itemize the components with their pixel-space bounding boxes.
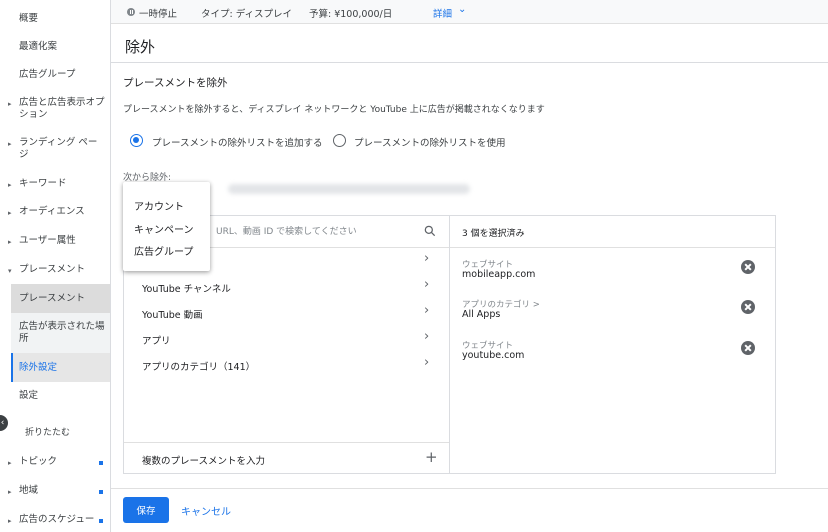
details-link[interactable]: 詳細 xyxy=(433,6,452,20)
caret-right-icon: ▸ xyxy=(8,517,12,525)
sidebar-item-demographics[interactable]: ▸ ユーザー属性 xyxy=(0,235,110,247)
dropdown-option-account[interactable]: アカウント xyxy=(134,198,184,213)
chevron-right-icon: › xyxy=(424,303,430,318)
category-row[interactable]: YouTube 動画 › xyxy=(124,300,449,326)
radio-use-label: プレースメントの除外リストを使用 xyxy=(354,138,506,149)
sidebar-item-recommendations[interactable]: 最適化案 xyxy=(0,41,110,53)
sidebar-item-label: オーディエンス xyxy=(19,206,85,217)
sidebar-item-overview[interactable]: 概要 xyxy=(0,13,110,25)
status-text: 一時停止 xyxy=(139,9,178,20)
category-label: YouTube チャンネル xyxy=(142,284,231,295)
status-dot xyxy=(99,490,103,494)
chevron-down-icon[interactable]: ⌄ xyxy=(458,4,466,15)
sidebar-item-keywords[interactable]: ▸ キーワード xyxy=(0,178,110,190)
selected-item-value: mobileapp.com xyxy=(462,269,536,280)
sidebar-item-ad-groups[interactable]: 広告グループ xyxy=(0,69,110,81)
placement-picker: › YouTube チャンネル › YouTube 動画 › アプリ › アプリのカテ… xyxy=(123,215,776,474)
selected-item: ウェブサイト youtube.com xyxy=(450,339,775,379)
collapse-label: 折りたたむ xyxy=(25,428,71,438)
page-title: 除外 xyxy=(125,38,156,56)
chevron-right-icon: › xyxy=(424,329,430,344)
bulk-entry-row[interactable]: 複数のプレースメントを入力 + xyxy=(124,442,449,473)
selected-item: ウェブサイト mobileapp.com xyxy=(450,258,775,298)
category-row[interactable]: YouTube チャンネル › xyxy=(124,274,449,300)
caret-right-icon: ▸ xyxy=(8,488,12,496)
pause-icon xyxy=(127,8,135,16)
sidebar-collapse[interactable]: 折りたたむ xyxy=(0,427,110,439)
chevron-right-icon: › xyxy=(424,355,430,370)
sidebar-item-label: 地域 xyxy=(19,485,39,496)
search-icon[interactable] xyxy=(423,224,437,238)
caret-right-icon: ▸ xyxy=(8,140,12,148)
caret-right-icon: ▸ xyxy=(8,209,12,217)
selected-header: 3 個を選択済み xyxy=(450,216,775,248)
sidebar-item-label: 設定 xyxy=(19,390,39,401)
sidebar-item-label: ランディング ページ xyxy=(19,137,98,160)
sidebar-item-label: 最適化案 xyxy=(19,41,58,52)
sidebar-item-label: トピック xyxy=(19,456,58,467)
save-button[interactable]: 保存 xyxy=(123,497,169,523)
caret-right-icon: ▸ xyxy=(8,238,12,246)
selected-count: 3 個を選択済み xyxy=(462,229,525,239)
cancel-button[interactable]: キャンセル xyxy=(181,503,231,518)
bulk-entry-label: 複数のプレースメントを入力 xyxy=(142,456,266,467)
campaign-status-bar: 一時停止 タイプ: ディスプレイ 予算: ¥100,000/日 詳細 ⌄ xyxy=(111,0,828,24)
radio-use-exclusion-list[interactable] xyxy=(333,134,346,147)
remove-icon[interactable] xyxy=(741,300,755,314)
category-label: YouTube 動画 xyxy=(142,310,203,321)
submenu-item-where-ads-showed[interactable]: 広告が表示された場所 xyxy=(19,321,107,345)
status-dot xyxy=(99,461,103,465)
section-title: プレースメントを除外 xyxy=(123,77,228,89)
selected-item-value: All Apps xyxy=(462,309,501,320)
sidebar-item-ads-extensions[interactable]: ▸ 広告と広告表示オプション xyxy=(0,97,110,121)
category-row[interactable]: アプリのカテゴリ（141） › xyxy=(124,352,449,378)
page-header: 除外 xyxy=(111,25,828,63)
campaign-type: タイプ: ディスプレイ xyxy=(201,9,293,20)
redacted-text xyxy=(228,184,470,194)
sidebar-item-label: 広告と広告表示オプション xyxy=(19,97,105,120)
footer-divider xyxy=(111,488,828,489)
radio-add-label: プレースメントの除外リストを追加する xyxy=(152,138,323,149)
submenu-item-placements[interactable]: プレースメント xyxy=(19,293,107,305)
exclude-level-dropdown: アカウント キャンペーン 広告グループ xyxy=(123,182,210,271)
sidebar-item-label: 広告グループ xyxy=(19,69,76,80)
section-description: プレースメントを除外すると、ディスプレイ ネットワークと YouTube 上に広… xyxy=(123,105,545,115)
selected-item-value: youtube.com xyxy=(462,350,525,361)
sidebar-item-ad-schedule[interactable]: ▸ 広告のスケジュー xyxy=(0,514,110,526)
chevron-right-icon: › xyxy=(424,277,430,292)
caret-right-icon: ▸ xyxy=(8,181,12,189)
category-label: アプリのカテゴリ（141） xyxy=(142,362,256,373)
sidebar: 概要 最適化案 広告グループ ▸ 広告と広告表示オプション ▸ ランディング ページ… xyxy=(0,0,111,532)
sidebar-item-placements[interactable]: ▾ プレースメント xyxy=(0,264,110,276)
sidebar-item-label: ユーザー属性 xyxy=(19,235,76,246)
status-dot xyxy=(99,519,103,523)
search-input[interactable] xyxy=(216,225,412,239)
selected-panel: 3 個を選択済み ウェブサイト mobileapp.com アプリのカテゴリ >… xyxy=(450,216,775,473)
dropdown-option-campaign[interactable]: キャンペーン xyxy=(134,221,194,236)
sidebar-item-label: プレースメント xyxy=(19,264,86,275)
sidebar-item-locations[interactable]: ▸ 地域 xyxy=(0,485,110,497)
sidebar-item-label: キーワード xyxy=(19,178,67,189)
radio-add-exclusion-list[interactable] xyxy=(130,134,143,147)
caret-right-icon: ▸ xyxy=(8,100,12,108)
remove-icon[interactable] xyxy=(741,260,755,274)
sidebar-item-landing-pages[interactable]: ▸ ランディング ページ xyxy=(0,137,110,161)
caret-right-icon: ▸ xyxy=(8,459,12,467)
sidebar-item-label: 広告のスケジュー xyxy=(19,514,95,525)
remove-icon[interactable] xyxy=(741,341,755,355)
budget: 予算: ¥100,000/日 xyxy=(309,9,393,20)
category-label: アプリ xyxy=(142,336,171,347)
sidebar-item-label: 概要 xyxy=(19,13,39,24)
sidebar-item-settings[interactable]: 設定 xyxy=(0,390,110,402)
submenu-item-exclusions[interactable]: 除外設定 xyxy=(19,362,107,374)
sidebar-item-audiences[interactable]: ▸ オーディエンス xyxy=(0,206,110,218)
dropdown-option-ad-group[interactable]: 広告グループ xyxy=(134,243,193,258)
plus-icon: + xyxy=(425,448,438,466)
caret-down-icon: ▾ xyxy=(8,267,12,275)
selected-item: アプリのカテゴリ > All Apps xyxy=(450,298,775,338)
chevron-right-icon: › xyxy=(424,251,430,266)
category-row[interactable]: アプリ › xyxy=(124,326,449,352)
sidebar-item-topics[interactable]: ▸ トピック xyxy=(0,456,110,468)
